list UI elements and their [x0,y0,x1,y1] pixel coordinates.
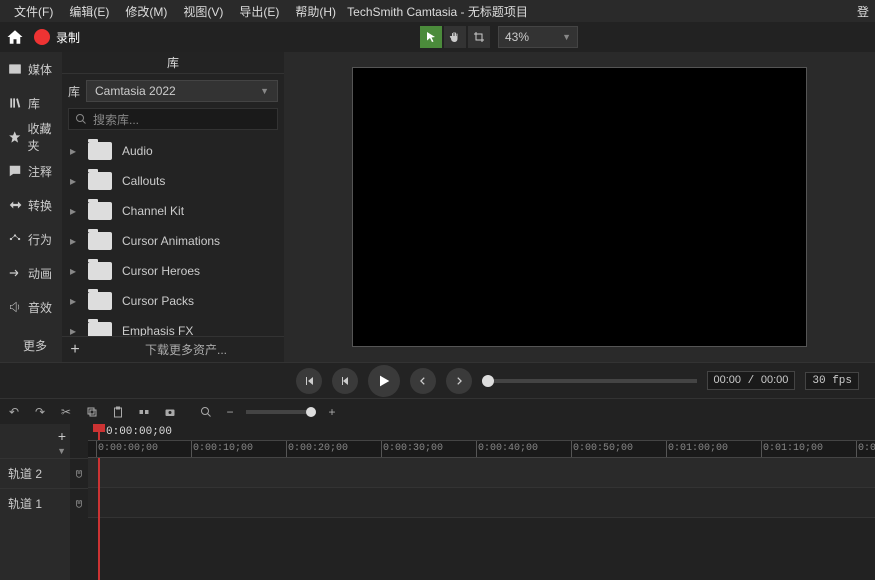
tab-transitions[interactable]: 转换 [0,188,62,222]
record-icon[interactable] [34,29,50,45]
chevron-down-icon: ▼ [562,32,571,42]
menu-export[interactable]: 导出(E) [231,3,287,20]
search-icon [75,113,87,125]
menu-modify[interactable]: 修改(M) [117,3,175,20]
select-tool[interactable] [420,26,442,48]
canvas-area [284,52,875,362]
undo-button[interactable]: ↶ [6,404,22,420]
folder-emphasis-fx[interactable]: ▸Emphasis FX [62,316,284,336]
scrubber-knob[interactable] [482,375,494,387]
library-folder-list: ▸Audio ▸Callouts ▸Channel Kit ▸Cursor An… [62,136,284,336]
toolbar: 录制 43% ▼ [0,22,875,52]
library-header: 库 [62,52,284,74]
zoom-out-button[interactable]: − [222,404,238,420]
menu-edit[interactable]: 编辑(E) [61,3,117,20]
add-library-button[interactable]: + [62,341,88,359]
folder-audio[interactable]: ▸Audio [62,136,284,166]
pan-tool[interactable] [444,26,466,48]
home-icon[interactable] [6,28,24,46]
redo-button[interactable]: ↷ [32,404,48,420]
track-1[interactable] [88,488,875,518]
tab-library[interactable]: 库 [0,86,62,120]
chevron-down-icon: ▼ [260,86,269,96]
timeline-tracks-area[interactable]: 0:00:00;00 0:00:00;00 0:00:10;00 0:00:20… [88,424,875,580]
screenshot-button[interactable] [162,404,178,420]
folder-cursor-heroes[interactable]: ▸Cursor Heroes [62,256,284,286]
fps-display: 30 fps [805,372,859,390]
menu-bar: 文件(F) 编辑(E) 修改(M) 视图(V) 导出(E) 帮助(H) Tech… [0,0,875,22]
library-select[interactable]: Camtasia 2022 ▼ [86,80,278,102]
folder-icon [88,232,112,250]
tab-media[interactable]: 媒体 [0,52,62,86]
folder-icon [88,172,112,190]
library-panel: 库 库 Camtasia 2022 ▼ 搜索库... ▸Audio ▸Callo… [62,52,284,362]
download-more-link[interactable]: 下载更多资产... [88,341,284,358]
timeline: + ▼ 轨道 2 轨道 1 0:00:00;00 0:00:00;00 0:00… [0,424,875,580]
menu-help[interactable]: 帮助(H) [287,3,344,20]
zoom-select[interactable]: 43% ▼ [498,26,578,48]
menu-view[interactable]: 视图(V) [175,3,231,20]
folder-cursor-animations[interactable]: ▸Cursor Animations [62,226,284,256]
step-back-button[interactable] [332,368,358,394]
library-select-label: 库 [68,83,80,100]
zoom-fit-button[interactable] [198,404,214,420]
timecode-display: 00:00 / 00:00 [707,371,796,390]
collapse-tracks-button[interactable]: ▼ [57,446,66,456]
paste-button[interactable] [110,404,126,420]
track-2[interactable] [88,458,875,488]
folder-channel-kit[interactable]: ▸Channel Kit [62,196,284,226]
zoom-value: 43% [505,30,529,44]
prev-clip-button[interactable] [296,368,322,394]
tab-animations[interactable]: 动画 [0,256,62,290]
folder-cursor-packs[interactable]: ▸Cursor Packs [62,286,284,316]
tab-favorites[interactable]: 收藏夹 [0,120,62,154]
folder-icon [88,202,112,220]
record-button[interactable]: 录制 [56,29,80,46]
tab-more[interactable]: 更多 [0,328,62,362]
library-search-input[interactable]: 搜索库... [68,108,278,130]
play-button[interactable] [368,365,400,397]
timeline-toolbar: ↶ ↷ ✂ − + [0,398,875,424]
timeline-ruler[interactable]: 0:00:00;00 0:00:10;00 0:00:20;00 0:00:30… [88,440,875,458]
playback-scrubber[interactable] [482,379,697,383]
track-magnet-1[interactable] [70,488,88,518]
track-magnet-2[interactable] [70,458,88,488]
add-track-button[interactable]: + [58,428,66,444]
app-title: TechSmith Camtasia - 无标题项目 [347,3,528,20]
timeline-zoom-slider[interactable] [246,410,316,414]
login-button[interactable]: 登 [857,3,869,20]
copy-button[interactable] [84,404,100,420]
split-button[interactable] [136,404,152,420]
step-fwd-button[interactable] [410,368,436,394]
preview-canvas[interactable] [352,67,807,347]
folder-icon [88,262,112,280]
playhead-timecode: 0:00:00;00 [88,424,875,440]
cut-button[interactable]: ✂ [58,404,74,420]
side-tabs: 媒体 库 收藏夹 注释 转换 行为 动画 音效 更多 [0,52,62,362]
folder-icon [88,292,112,310]
track-label-1[interactable]: 轨道 1 [0,488,70,518]
tab-behaviors[interactable]: 行为 [0,222,62,256]
folder-icon [88,322,112,336]
track-label-2[interactable]: 轨道 2 [0,458,70,488]
folder-icon [88,142,112,160]
folder-callouts[interactable]: ▸Callouts [62,166,284,196]
zoom-in-button[interactable]: + [324,404,340,420]
tab-annotations[interactable]: 注释 [0,154,62,188]
crop-tool[interactable] [468,26,490,48]
menu-file[interactable]: 文件(F) [6,3,61,20]
playback-bar: 00:00 / 00:00 30 fps [0,362,875,398]
next-clip-button[interactable] [446,368,472,394]
tab-audio-fx[interactable]: 音效 [0,290,62,324]
